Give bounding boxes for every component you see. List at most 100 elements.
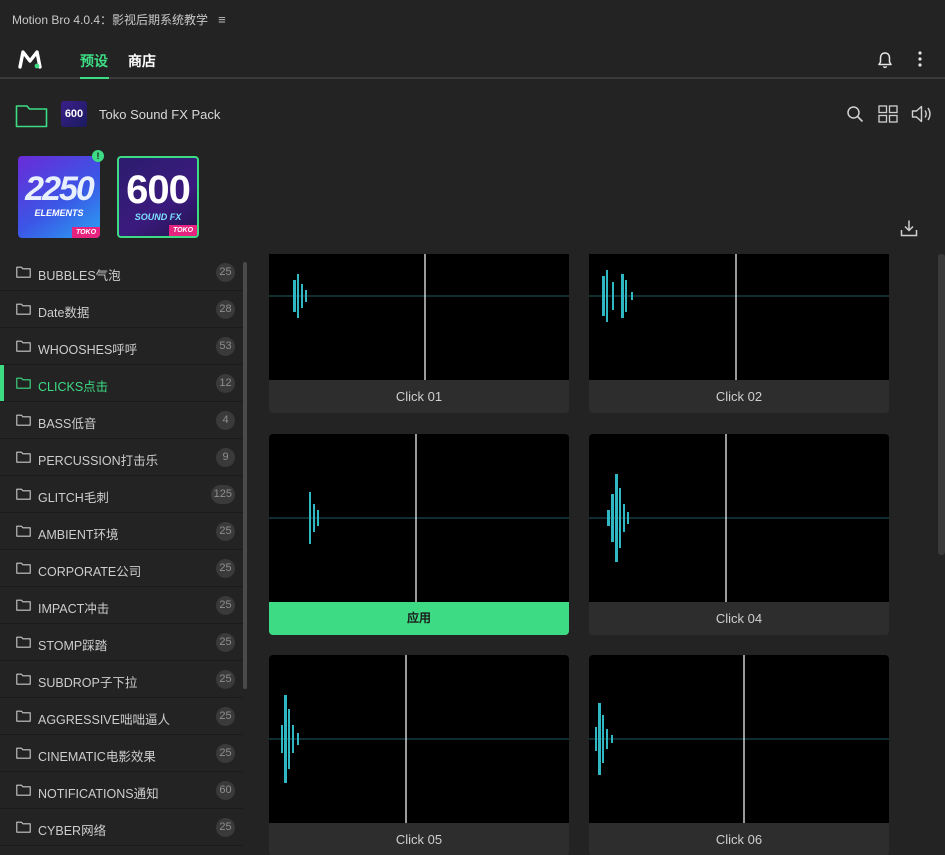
category-label: STOMP踩踏 (38, 639, 108, 653)
pack-card-600-sound-fx[interactable]: 600 SOUND FX TOKO (117, 156, 199, 238)
category-count-badge: 25 (216, 744, 235, 763)
sound-preset-card[interactable]: Click 01 (269, 254, 569, 413)
category-count-badge: 25 (216, 522, 235, 541)
folder-icon[interactable] (15, 103, 48, 128)
folder-icon (16, 599, 31, 611)
tab-presets[interactable]: 预设 (80, 51, 108, 71)
folder-icon (16, 673, 31, 685)
folder-icon (16, 747, 31, 759)
category-item[interactable]: BASS低音 4 (0, 402, 243, 439)
current-pack-thumbnail: 600 (61, 101, 87, 127)
folder-icon (16, 784, 31, 796)
category-item[interactable]: CORPORATE公司 25 (0, 550, 243, 587)
category-item[interactable]: GLITCH毛刺 125 (0, 476, 243, 513)
waveform-preview (589, 434, 889, 602)
motion-bro-logo[interactable] (18, 49, 42, 69)
category-label: CLICKS点击 (38, 380, 109, 394)
preset-name: Click 02 (715, 389, 763, 404)
folder-icon (16, 377, 31, 389)
category-label: GLITCH毛刺 (38, 491, 109, 505)
category-count-badge: 125 (210, 485, 235, 504)
hamburger-menu-icon[interactable]: ≡ (218, 12, 226, 27)
tab-store[interactable]: 商店 (128, 51, 156, 71)
category-item[interactable]: CLICKS点击 12 (0, 365, 243, 402)
folder-icon (16, 451, 31, 463)
sound-preset-card[interactable]: Click 05 (269, 655, 569, 855)
category-item[interactable]: AGGRESSIVE咄咄逼人 25 (0, 698, 243, 735)
active-indicator (0, 365, 4, 401)
search-icon[interactable] (846, 105, 864, 123)
toko-badge: TOKO (169, 225, 197, 236)
category-item[interactable]: SUBDROP子下拉 25 (0, 661, 243, 698)
preset-name: Click 05 (395, 832, 443, 847)
preset-name: Click 01 (395, 389, 443, 404)
pack-number: 600 (126, 168, 191, 212)
sound-preset-card[interactable]: Click 06 (589, 655, 889, 855)
more-options-icon[interactable] (916, 50, 924, 68)
waveform-preview (269, 434, 569, 602)
category-item[interactable]: NOTIFICATIONS通知 60 (0, 772, 243, 809)
category-label: BASS低音 (38, 417, 97, 431)
preset-name: Click 04 (715, 611, 763, 626)
sound-preset-card[interactable]: 应用 (269, 434, 569, 635)
active-tab-indicator (80, 77, 109, 79)
category-count-badge: 25 (216, 596, 235, 615)
grid-view-icon[interactable] (878, 105, 898, 123)
preset-grid: Click 01 Click 02 应用 Click 04 Click 05 Click … (252, 254, 945, 855)
pack-title: Toko Sound FX Pack (99, 107, 221, 122)
volume-icon[interactable] (911, 105, 933, 123)
category-item[interactable]: Date数据 28 (0, 291, 243, 328)
sound-preset-card[interactable]: Click 04 (589, 434, 889, 635)
bell-icon[interactable] (877, 51, 893, 69)
folder-icon (16, 488, 31, 500)
window-title: Motion Bro 4.0.4：影视后期系统教学 (12, 12, 209, 27)
category-item[interactable]: CINEMATIC电影效果 25 (0, 735, 243, 772)
category-count-badge: 25 (216, 633, 235, 652)
pack-subtitle: ELEMENTS (34, 208, 84, 218)
apply-button[interactable]: 应用 (269, 602, 569, 635)
category-count-badge: 25 (216, 263, 235, 282)
category-label: CINEMATIC电影效果 (38, 750, 156, 764)
category-label: AGGRESSIVE咄咄逼人 (38, 713, 170, 727)
category-count-badge: 4 (216, 411, 235, 430)
folder-icon (16, 340, 31, 352)
category-count-badge: 53 (216, 337, 235, 356)
toko-badge: TOKO (72, 227, 100, 238)
waveform-preview (589, 254, 889, 380)
sidebar-scrollbar[interactable] (243, 262, 247, 689)
pack-card-2250-elements[interactable]: 2250 ELEMENTS TOKO (18, 156, 100, 238)
top-nav: 预设 商店 (0, 38, 945, 79)
download-icon[interactable] (900, 219, 918, 237)
folder-icon (16, 821, 31, 833)
category-item[interactable]: IMPACT冲击 25 (0, 587, 243, 624)
category-label: CYBER网络 (38, 824, 107, 838)
grid-scrollbar[interactable] (938, 254, 945, 555)
sound-preset-card[interactable]: Click 02 (589, 254, 889, 413)
category-item[interactable]: PERCUSSION打击乐 9 (0, 439, 243, 476)
category-label: BUBBLES气泡 (38, 269, 121, 283)
category-item[interactable]: AMBIENT环境 25 (0, 513, 243, 550)
category-item[interactable]: BUBBLES气泡 25 (0, 254, 243, 291)
category-count-badge: 12 (216, 374, 235, 393)
folder-icon (16, 562, 31, 574)
folder-icon (16, 414, 31, 426)
category-count-badge: 25 (216, 818, 235, 837)
category-label: SUBDROP子下拉 (38, 676, 138, 690)
category-label: Date数据 (38, 306, 90, 320)
category-label: AMBIENT环境 (38, 528, 119, 542)
title-bar: Motion Bro 4.0.4：影视后期系统教学 ≡ (0, 0, 945, 38)
preset-name: Click 06 (715, 832, 763, 847)
update-alert-badge: ! (92, 150, 104, 162)
folder-icon (16, 303, 31, 315)
category-item[interactable]: WHOOSHES呼呼 53 (0, 328, 243, 365)
category-count-badge: 25 (216, 670, 235, 689)
category-label: WHOOSHES呼呼 (38, 343, 138, 357)
category-count-badge: 25 (216, 707, 235, 726)
folder-icon (16, 525, 31, 537)
folder-icon (16, 636, 31, 648)
category-count-badge: 60 (216, 781, 235, 800)
category-item[interactable]: STOMP踩踏 25 (0, 624, 243, 661)
category-item[interactable]: CYBER网络 25 (0, 809, 243, 846)
waveform-preview (589, 655, 889, 823)
folder-icon (16, 266, 31, 278)
